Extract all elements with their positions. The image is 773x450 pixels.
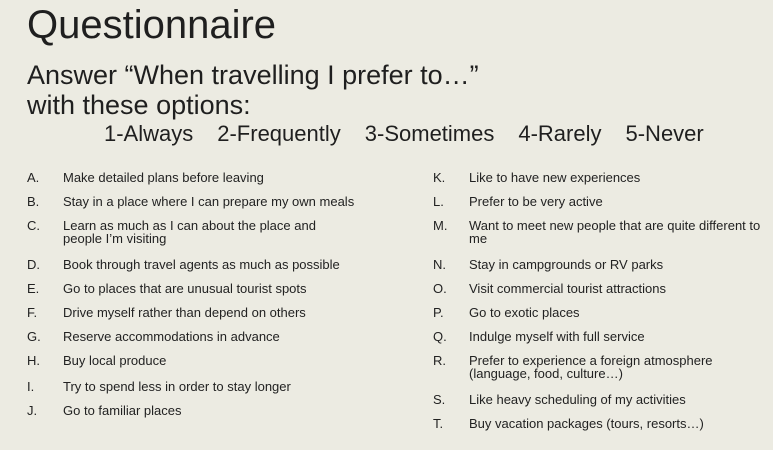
list-item: M. Want to meet new people that are quite… <box>433 219 768 245</box>
item-text: Drive myself rather than depend on other… <box>63 305 306 320</box>
item-text: Reserve accommodations in advance <box>63 329 280 344</box>
item-letter: R. <box>433 353 446 368</box>
item-text: Like to have new experiences <box>469 170 641 185</box>
list-item: N. Stay in campgrounds or RV parks <box>433 258 768 271</box>
item-text: Make detailed plans before leaving <box>63 170 264 185</box>
list-item: B. Stay in a place where I can prepare my… <box>27 195 387 208</box>
item-letter: K. <box>433 170 446 185</box>
list-item: C. Learn as much as I can about the place… <box>27 219 387 245</box>
item-letter: C. <box>27 218 40 233</box>
instructions: Answer “When travelling I prefer to…” wi… <box>27 60 479 120</box>
list-item: R. Prefer to experience a foreign atmosph… <box>433 354 768 380</box>
item-text: Try to spend less in order to stay longe… <box>63 379 291 394</box>
list-item: O. Visit commercial tourist attractions <box>433 282 768 295</box>
item-letter: P. <box>433 305 444 320</box>
page-title: Questionnaire <box>27 3 277 47</box>
item-text: Prefer to experience a foreign atmospher… <box>469 353 713 381</box>
item-letter: L. <box>433 194 444 209</box>
item-text: Buy local produce <box>63 353 167 368</box>
list-item: F. Drive myself rather than depend on oth… <box>27 306 387 319</box>
item-text: Buy vacation packages (tours, resorts…) <box>469 416 704 431</box>
option-frequently: 2-Frequently <box>217 121 341 146</box>
item-letter: H. <box>27 353 40 368</box>
item-text: Want to meet new people that are quite d… <box>469 218 761 246</box>
item-text: Like heavy scheduling of my activities <box>469 392 686 407</box>
option-sometimes: 3-Sometimes <box>364 121 495 146</box>
list-item: L. Prefer to be very active <box>433 195 768 208</box>
list-item: Q. Indulge myself with full service <box>433 330 768 343</box>
item-letter: A. <box>27 170 40 185</box>
item-letter: M. <box>433 218 448 233</box>
item-text: Learn as much as I can about the place a… <box>63 218 316 246</box>
item-text: Visit commercial tourist attractions <box>469 281 666 296</box>
list-item: I. Try to spend less in order to stay lon… <box>27 380 387 393</box>
right-question-list: K. Like to have new experiences L. Prefer … <box>433 171 768 430</box>
instructions-line-2: with these options: <box>27 90 251 120</box>
item-letter: E. <box>27 281 40 296</box>
item-letter: O. <box>433 281 447 296</box>
item-letter: B. <box>27 194 40 209</box>
item-text: Stay in a place where I can prepare my o… <box>63 194 355 209</box>
item-text: Go to exotic places <box>469 305 580 320</box>
list-item: G. Reserve accommodations in advance <box>27 330 387 343</box>
item-letter: D. <box>27 257 40 272</box>
list-item: K. Like to have new experiences <box>433 171 768 184</box>
list-item: J. Go to familiar places <box>27 404 387 417</box>
list-item: D. Book through travel agents as much as … <box>27 258 387 271</box>
item-letter: S. <box>433 392 446 407</box>
item-text: Book through travel agents as much as po… <box>63 257 340 272</box>
item-text: Prefer to be very active <box>469 194 603 209</box>
list-item: E. Go to places that are unusual tourist … <box>27 282 387 295</box>
item-letter: I. <box>27 379 35 394</box>
item-letter: N. <box>433 257 446 272</box>
item-letter: J. <box>27 403 38 418</box>
answer-options: 1-Always 2-Frequently 3-Sometimes 4-Rare… <box>104 120 728 148</box>
list-item: P. Go to exotic places <box>433 306 768 319</box>
item-text: Indulge myself with full service <box>469 329 645 344</box>
list-item: H. Buy local produce <box>27 354 387 367</box>
item-text: Go to familiar places <box>63 403 182 418</box>
item-letter: G. <box>27 329 41 344</box>
left-question-list: A. Make detailed plans before leaving B. S… <box>27 171 387 417</box>
option-never: 5-Never <box>625 121 704 146</box>
item-letter: Q. <box>433 329 447 344</box>
instructions-line-1: Answer “When travelling I prefer to…” <box>27 60 479 90</box>
item-text: Stay in campgrounds or RV parks <box>469 257 664 272</box>
item-text: Go to places that are unusual tourist sp… <box>63 281 307 296</box>
list-item: S. Like heavy scheduling of my activities <box>433 393 768 406</box>
option-always: 1-Always <box>104 121 194 146</box>
option-rarely: 4-Rarely <box>518 121 602 146</box>
list-item: A. Make detailed plans before leaving <box>27 171 387 184</box>
list-item: T. Buy vacation packages (tours, resorts…… <box>433 417 768 430</box>
item-letter: F. <box>27 305 38 320</box>
item-letter: T. <box>433 416 444 431</box>
